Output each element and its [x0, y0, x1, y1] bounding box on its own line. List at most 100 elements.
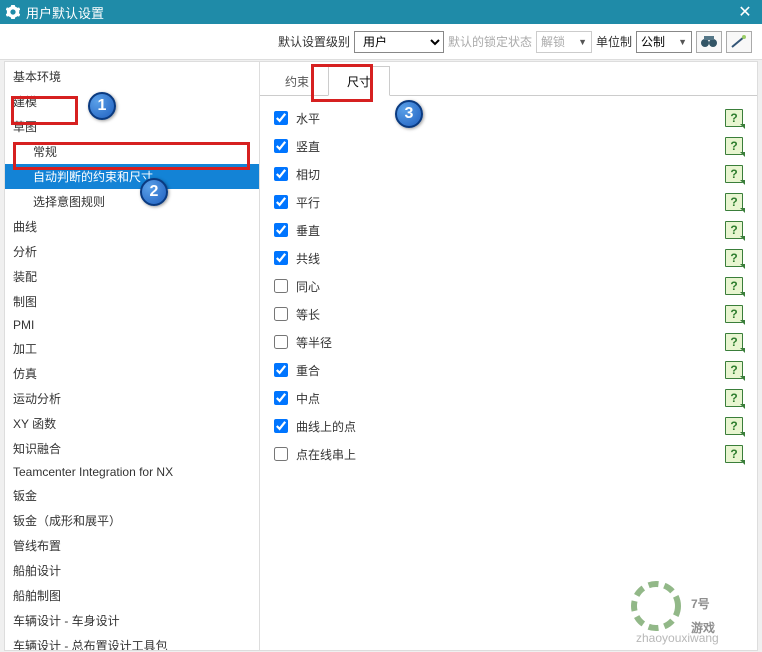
lock-select: 解锁▼ [536, 31, 592, 53]
checklist: 水平?竖直?相切?平行?垂直?共线?同心?等长?等半径?重合?中点?曲线上的点?… [260, 96, 757, 650]
tree-item[interactable]: 运动分析 [5, 386, 259, 411]
tab-1[interactable]: 尺寸 [328, 66, 390, 96]
tree-item[interactable]: XY 函数 [5, 411, 259, 436]
check-label: 点在线串上 [296, 446, 725, 463]
help-icon[interactable]: ? [725, 137, 743, 155]
check-label: 同心 [296, 278, 725, 295]
help-icon[interactable]: ? [725, 361, 743, 379]
checkbox[interactable] [274, 139, 288, 153]
tree-item[interactable]: 曲线 [5, 214, 259, 239]
checkbox[interactable] [274, 447, 288, 461]
level-label: 默认设置级别 [278, 33, 350, 50]
toolbar: 默认设置级别 用户 默认的锁定状态 解锁▼ 单位制 公制▼ [0, 24, 762, 60]
watermark-text-1: 7号 [691, 596, 710, 611]
tree-item[interactable]: 仿真 [5, 361, 259, 386]
help-icon[interactable]: ? [725, 277, 743, 295]
lock-label: 默认的锁定状态 [448, 33, 532, 50]
checkbox[interactable] [274, 223, 288, 237]
annotation-badge-1: 1 [88, 92, 116, 120]
help-icon[interactable]: ? [725, 193, 743, 211]
check-label: 等半径 [296, 334, 725, 351]
checkbox[interactable] [274, 363, 288, 377]
check-label: 等长 [296, 306, 725, 323]
tabs: 约束尺寸 [260, 66, 757, 96]
tree-item[interactable]: 制图 [5, 289, 259, 314]
tree-item[interactable]: Teamcenter Integration for NX [5, 461, 259, 483]
check-label: 水平 [296, 110, 725, 127]
level-select[interactable]: 用户 [354, 31, 444, 53]
help-icon[interactable]: ? [725, 333, 743, 351]
tree-child-item[interactable]: 自动判断的约束和尺寸 [5, 164, 259, 189]
unit-label: 单位制 [596, 33, 632, 50]
tab-0[interactable]: 约束 [266, 66, 328, 95]
checkbox[interactable] [274, 419, 288, 433]
close-icon[interactable]: ✕ [734, 2, 756, 22]
watermark: 7号 游戏 zhaoyouxiwang [616, 576, 756, 646]
check-row: 等长? [272, 300, 745, 328]
tree-item[interactable]: 管线布置 [5, 533, 259, 558]
content: 基本环境建模草图常规自动判断的约束和尺寸选择意图规则曲线分析装配制图PMI加工仿… [4, 61, 758, 651]
tree-item[interactable]: 船舶制图 [5, 583, 259, 608]
tree-item[interactable]: 装配 [5, 264, 259, 289]
help-icon[interactable]: ? [725, 221, 743, 239]
svg-text:zhaoyouxiwang: zhaoyouxiwang [636, 631, 719, 645]
check-label: 共线 [296, 250, 725, 267]
help-icon[interactable]: ? [725, 249, 743, 267]
tree-item[interactable]: 知识融合 [5, 436, 259, 461]
checkbox[interactable] [274, 167, 288, 181]
unit-select[interactable]: 公制▼ [636, 31, 692, 53]
checkbox[interactable] [274, 279, 288, 293]
tree-item[interactable]: 钣金（成形和展平） [5, 508, 259, 533]
tree-item[interactable]: 车辆设计 - 总布置设计工具包 [5, 633, 259, 650]
titlebar: 用户默认设置 ✕ [0, 0, 762, 24]
check-row: 重合? [272, 356, 745, 384]
check-row: 竖直? [272, 132, 745, 160]
annotation-badge-2: 2 [140, 178, 168, 206]
checkbox[interactable] [274, 251, 288, 265]
checkbox[interactable] [274, 195, 288, 209]
help-icon[interactable]: ? [725, 109, 743, 127]
check-label: 曲线上的点 [296, 418, 725, 435]
tree-item[interactable]: 基本环境 [5, 64, 259, 89]
check-row: 共线? [272, 244, 745, 272]
binoculars-icon[interactable] [696, 31, 722, 53]
check-row: 曲线上的点? [272, 412, 745, 440]
tree-item[interactable]: 钣金 [5, 483, 259, 508]
tree-item[interactable]: PMI [5, 314, 259, 336]
tree-item[interactable]: 船舶设计 [5, 558, 259, 583]
gear-icon [6, 5, 20, 19]
check-row: 垂直? [272, 216, 745, 244]
check-row: 中点? [272, 384, 745, 412]
tree-item[interactable]: 加工 [5, 336, 259, 361]
check-row: 水平? [272, 104, 745, 132]
check-row: 等半径? [272, 328, 745, 356]
checkbox[interactable] [274, 335, 288, 349]
window-title: 用户默认设置 [26, 3, 734, 22]
check-label: 平行 [296, 194, 725, 211]
annotation-badge-3: 3 [395, 100, 423, 128]
check-label: 重合 [296, 362, 725, 379]
help-icon[interactable]: ? [725, 165, 743, 183]
help-icon[interactable]: ? [725, 445, 743, 463]
tree-item[interactable]: 分析 [5, 239, 259, 264]
check-row: 点在线串上? [272, 440, 745, 468]
wand-icon[interactable] [726, 31, 752, 53]
help-icon[interactable]: ? [725, 389, 743, 407]
check-row: 平行? [272, 188, 745, 216]
checkbox[interactable] [274, 111, 288, 125]
help-icon[interactable]: ? [725, 417, 743, 435]
checkbox[interactable] [274, 307, 288, 321]
check-label: 垂直 [296, 222, 725, 239]
sidebar[interactable]: 基本环境建模草图常规自动判断的约束和尺寸选择意图规则曲线分析装配制图PMI加工仿… [5, 62, 260, 650]
help-icon[interactable]: ? [725, 305, 743, 323]
check-row: 相切? [272, 160, 745, 188]
tree-child-item[interactable]: 常规 [5, 139, 259, 164]
tree-child-item[interactable]: 选择意图规则 [5, 189, 259, 214]
check-label: 竖直 [296, 138, 725, 155]
tree-item[interactable]: 车辆设计 - 车身设计 [5, 608, 259, 633]
check-row: 同心? [272, 272, 745, 300]
tree-item[interactable]: 建模 [5, 89, 259, 114]
main-pane: 约束尺寸 水平?竖直?相切?平行?垂直?共线?同心?等长?等半径?重合?中点?曲… [260, 62, 757, 650]
tree-item[interactable]: 草图 [5, 114, 259, 139]
checkbox[interactable] [274, 391, 288, 405]
